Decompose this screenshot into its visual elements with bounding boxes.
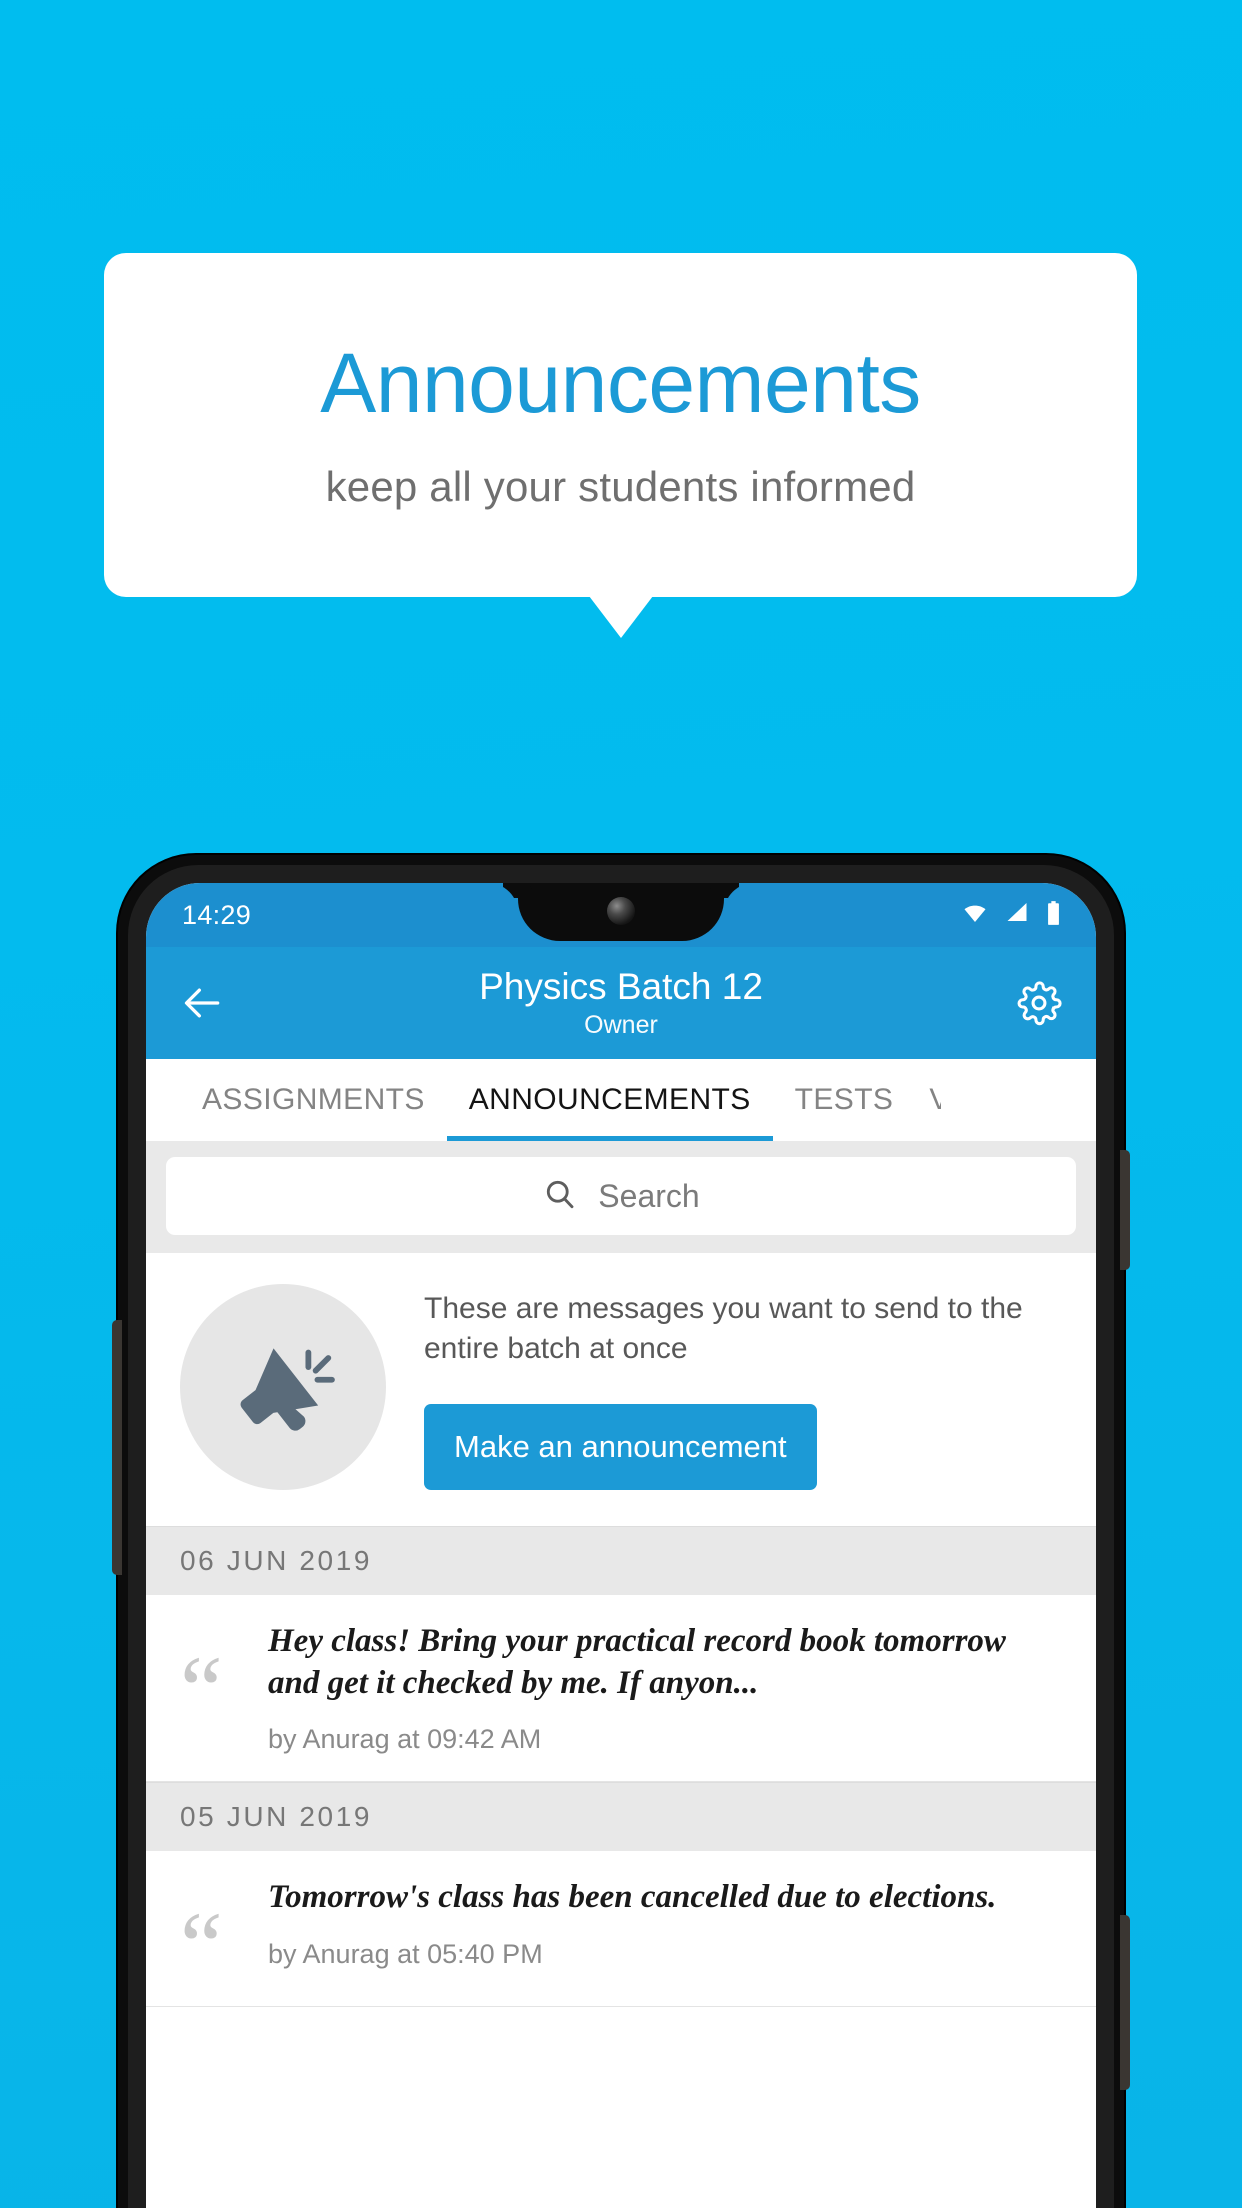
back-button[interactable] [172, 972, 234, 1034]
tab-announcements[interactable]: ANNOUNCEMENTS [446, 1059, 773, 1141]
phone-screen: 14:29 Physics Batch 12 Owner ASSIGNMENTS… [146, 883, 1096, 2208]
cellular-signal-icon [1004, 901, 1031, 930]
quote-icon: “ [180, 1636, 223, 1744]
announcement-content: Hey class! Bring your practical record b… [268, 1621, 1062, 1755]
tab-assignments[interactable]: ASSIGNMENTS [180, 1059, 447, 1141]
gear-icon [1017, 981, 1062, 1026]
phone-volume-button[interactable] [1120, 1915, 1130, 2090]
front-camera [607, 897, 635, 925]
promo-title: Announcements [320, 335, 921, 430]
status-bar-clock: 14:29 [182, 899, 252, 930]
announcement-text: Tomorrow's class has been cancelled due … [268, 1879, 997, 1916]
app-bar-titles: Physics Batch 12 Owner [234, 966, 1008, 1041]
search-placeholder: Search [598, 1177, 700, 1214]
promo-callout-card: Announcements keep all your students inf… [104, 253, 1137, 597]
wifi-icon [960, 901, 990, 930]
empty-state-description: These are messages you want to send to t… [424, 1292, 1023, 1365]
promo-screenshot: Announcements keep all your students inf… [0, 0, 1242, 2208]
page-subtitle: Owner [584, 1011, 658, 1040]
tab-bar: ASSIGNMENTS ANNOUNCEMENTS TESTS V [146, 1059, 1096, 1141]
app-bar: Physics Batch 12 Owner [146, 947, 1096, 1059]
announcement-meta: by Anurag at 09:42 AM [268, 1724, 542, 1755]
announcement-row[interactable]: “ Hey class! Bring your practical record… [146, 1595, 1096, 1783]
announcement-meta: by Anurag at 05:40 PM [268, 1938, 543, 1969]
search-icon [542, 1176, 578, 1217]
phone-power-button[interactable] [1120, 1150, 1130, 1270]
phone-device-frame: 14:29 Physics Batch 12 Owner ASSIGNMENTS… [112, 855, 1130, 2208]
announcements-empty-state: These are messages you want to send to t… [146, 1253, 1096, 1527]
search-input[interactable]: Search [166, 1157, 1076, 1235]
arrow-left-icon [184, 988, 220, 1018]
tab-overflow-partial[interactable]: V [915, 1059, 941, 1141]
page-title: Physics Batch 12 [479, 965, 763, 1007]
empty-state-content: These are messages you want to send to t… [424, 1283, 1070, 1491]
promo-subtitle: keep all your students informed [325, 463, 916, 511]
announcement-text: Hey class! Bring your practical record b… [268, 1623, 1006, 1701]
search-section: Search [146, 1141, 1096, 1253]
date-header: 05 JUN 2019 [146, 1782, 1096, 1852]
make-announcement-button[interactable]: Make an announcement [424, 1404, 817, 1491]
battery-icon [1045, 900, 1062, 931]
quote-icon: “ [180, 1892, 223, 2000]
tab-tests[interactable]: TESTS [773, 1059, 916, 1141]
announcement-content: Tomorrow's class has been cancelled due … [268, 1877, 1062, 1980]
megaphone-icon [240, 1347, 335, 1431]
settings-button[interactable] [1008, 972, 1070, 1034]
announcement-row[interactable]: “ Tomorrow's class has been cancelled du… [146, 1851, 1096, 2008]
megaphone-badge [180, 1283, 386, 1490]
promo-callout-tail [589, 596, 653, 638]
status-bar-icons [960, 900, 1062, 931]
phone-left-button[interactable] [112, 1320, 122, 1575]
status-bar: 14:29 [146, 883, 1096, 947]
date-header: 06 JUN 2019 [146, 1526, 1096, 1596]
